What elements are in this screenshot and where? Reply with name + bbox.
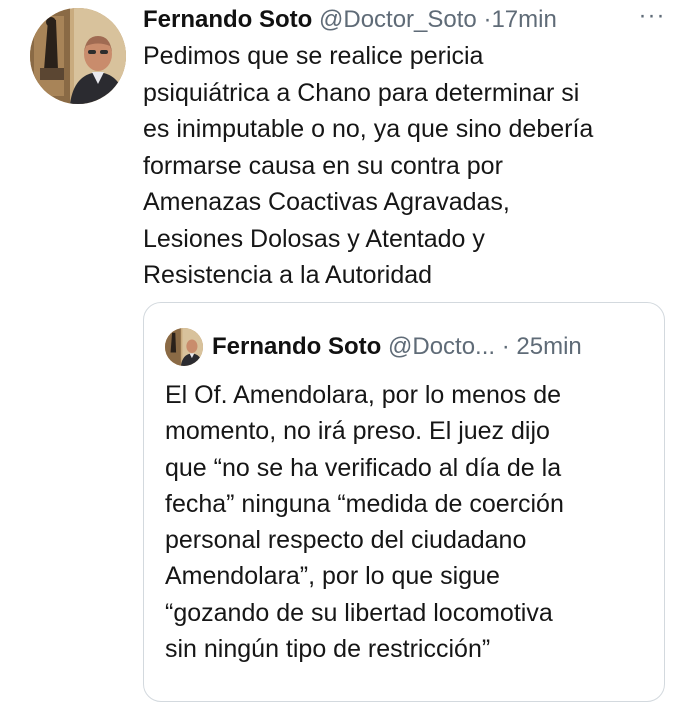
quoted-text-line: Amendolara”, por lo que sigue (165, 562, 500, 591)
quoted-separator: · (501, 333, 510, 360)
quoted-avatar[interactable] (165, 328, 203, 366)
quoted-text-line: personal respecto del ciudadano (165, 526, 527, 555)
quoted-text-line: “gozando de su libertad locomotiva (165, 598, 553, 627)
tweet-text-line: formarse causa en su contra por (143, 151, 503, 180)
quoted-timestamp[interactable]: 25min (516, 333, 581, 360)
timestamp[interactable]: 17min (491, 6, 556, 33)
quoted-text-line: sin ningún tipo de restricción” (165, 635, 491, 664)
quoted-avatar-image (165, 328, 203, 366)
quoted-text-line: que “no se ha verificado al día de la (165, 453, 562, 482)
tweet-text-line: es inimputable o no, ya que sino debería (143, 115, 594, 143)
more-options-icon[interactable]: ··· (634, 4, 670, 30)
tweet-text-line: Amenazas Coactivas Agravadas, (143, 188, 510, 216)
quoted-text-line: fecha” ninguna “medida de coerción (165, 489, 564, 518)
quoted-author-name[interactable]: Fernando Soto (212, 333, 381, 360)
tweet-header: Fernando Soto @Doctor_Soto ·17min (143, 4, 557, 36)
tweet-text-line: Pedimos que se realice pericia (143, 42, 484, 70)
avatar-image (30, 8, 126, 104)
author-handle[interactable]: @Doctor_Soto (319, 6, 477, 33)
tweet-text-line: Resistencia a la Autoridad (143, 261, 433, 289)
quoted-tweet-card[interactable]: Fernando Soto @Docto... · 25min El Of. A… (143, 302, 665, 702)
quoted-text-line: El Of. Amendolara, por lo menos de (165, 381, 562, 409)
tweet: Fernando Soto @Doctor_Soto ·17min ··· Pe… (0, 0, 697, 702)
quoted-tweet-header: Fernando Soto @Docto... · 25min (212, 331, 582, 363)
avatar[interactable] (30, 8, 126, 104)
quoted-author-handle[interactable]: @Docto... (388, 333, 495, 360)
author-name[interactable]: Fernando Soto (143, 6, 312, 33)
tweet-text-line: Lesiones Dolosas y Atentado y (143, 224, 485, 253)
tweet-text: Pedimos que se realice pericia psiquiátr… (143, 38, 673, 294)
quoted-text-line: momento, no irá preso. El juez dijo (165, 417, 550, 446)
quoted-tweet-text: El Of. Amendolara, por lo menos de momen… (165, 377, 660, 667)
tweet-text-line: psiquiátrica a Chano para determinar si (143, 78, 580, 107)
